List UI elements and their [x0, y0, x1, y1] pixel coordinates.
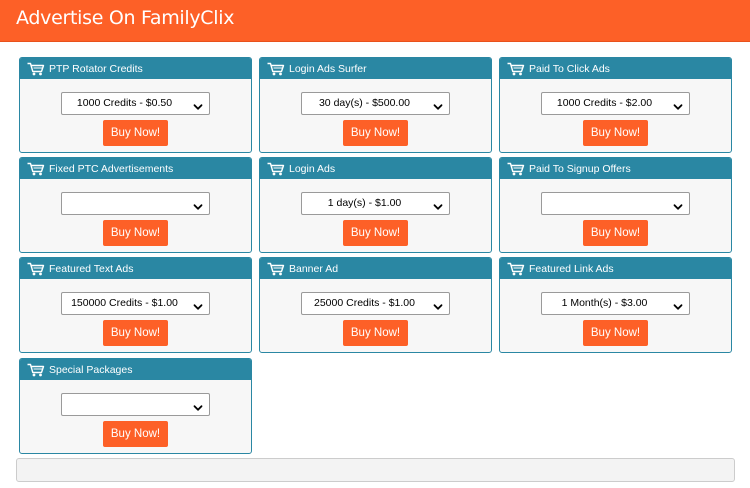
package-select[interactable] — [541, 192, 690, 215]
card-body: Buy Now! — [500, 179, 731, 252]
card-body: 1000 Credits - $2.00 Buy Now! — [500, 79, 731, 152]
ad-card: Paid To Signup Offers Buy Now! — [499, 157, 732, 253]
footer-bar — [16, 458, 735, 482]
buy-now-button[interactable]: Buy Now! — [343, 220, 408, 246]
cart-icon — [267, 162, 285, 176]
cart-icon — [27, 62, 45, 76]
card-body: 1 Month(s) - $3.00 Buy Now! — [500, 279, 731, 352]
package-select[interactable]: 1000 Credits - $0.50 — [61, 92, 210, 115]
cart-icon — [27, 363, 45, 377]
card-title: Login Ads — [289, 162, 336, 175]
chevron-down-icon — [673, 199, 683, 210]
chevron-down-icon — [193, 99, 203, 110]
package-select[interactable] — [61, 192, 210, 215]
chevron-down-icon — [433, 199, 443, 210]
chevron-down-icon — [673, 99, 683, 110]
buy-now-button[interactable]: Buy Now! — [583, 220, 648, 246]
ad-card: PTP Rotator Credits 1000 Credits - $0.50 B… — [19, 57, 252, 153]
select-value: 1 Month(s) - $3.00 — [561, 297, 648, 309]
package-select[interactable]: 25000 Credits - $1.00 — [301, 292, 450, 315]
card-header: Paid To Click Ads — [500, 58, 731, 79]
select-value: 1000 Credits - $2.00 — [556, 97, 653, 109]
cart-icon — [27, 162, 45, 176]
ad-card: Paid To Click Ads 1000 Credits - $2.00 Buy… — [499, 57, 732, 153]
ad-card: Featured Link Ads 1 Month(s) - $3.00 Buy N… — [499, 257, 732, 353]
buy-now-button[interactable]: Buy Now! — [103, 120, 168, 146]
card-header: Fixed PTC Advertisements — [20, 158, 251, 179]
cart-icon — [507, 262, 525, 276]
buy-now-button[interactable]: Buy Now! — [103, 320, 168, 346]
package-select[interactable]: 1000 Credits - $2.00 — [541, 92, 690, 115]
cart-icon — [507, 162, 525, 176]
buy-now-button[interactable]: Buy Now! — [343, 120, 408, 146]
page-header: Advertise On FamilyClix — [0, 0, 750, 42]
card-body: Buy Now! — [20, 179, 251, 252]
buy-now-button[interactable]: Buy Now! — [583, 120, 648, 146]
package-select[interactable]: 1 Month(s) - $3.00 — [541, 292, 690, 315]
ad-card: Featured Text Ads 150000 Credits - $1.00 B… — [19, 257, 252, 353]
card-header: Login Ads Surfer — [260, 58, 491, 79]
card-body: 25000 Credits - $1.00 Buy Now! — [260, 279, 491, 352]
card-header: PTP Rotator Credits — [20, 58, 251, 79]
card-title: Login Ads Surfer — [289, 62, 367, 75]
card-body: 1000 Credits - $0.50 Buy Now! — [20, 79, 251, 152]
buy-now-button[interactable]: Buy Now! — [103, 421, 168, 447]
ad-card: Login Ads Surfer 30 day(s) - $500.00 Buy N… — [259, 57, 492, 153]
card-header: Special Packages — [20, 359, 251, 380]
chevron-down-icon — [433, 299, 443, 310]
package-select[interactable] — [61, 393, 210, 416]
cart-icon — [267, 262, 285, 276]
select-value: 150000 Credits - $1.00 — [71, 297, 178, 309]
page-title: Advertise On FamilyClix — [16, 7, 235, 29]
card-title: Paid To Click Ads — [529, 62, 610, 75]
ad-card: Fixed PTC Advertisements Buy Now! — [19, 157, 252, 253]
package-select[interactable]: 150000 Credits - $1.00 — [61, 292, 210, 315]
chevron-down-icon — [433, 99, 443, 110]
card-title: Featured Text Ads — [49, 262, 134, 275]
cart-icon — [267, 62, 285, 76]
package-select[interactable]: 1 day(s) - $1.00 — [301, 192, 450, 215]
card-title: Featured Link Ads — [529, 262, 614, 275]
card-body: Buy Now! — [20, 380, 251, 453]
chevron-down-icon — [673, 299, 683, 310]
select-value: 1 day(s) - $1.00 — [327, 197, 402, 209]
ad-card: Login Ads 1 day(s) - $1.00 Buy Now! — [259, 157, 492, 253]
package-select[interactable]: 30 day(s) - $500.00 — [301, 92, 450, 115]
card-title: Special Packages — [49, 363, 133, 376]
card-body: 30 day(s) - $500.00 Buy Now! — [260, 79, 491, 152]
ad-card: Banner Ad 25000 Credits - $1.00 Buy Now! — [259, 257, 492, 353]
buy-now-button[interactable]: Buy Now! — [343, 320, 408, 346]
cart-icon — [27, 262, 45, 276]
cart-icon — [507, 62, 525, 76]
chevron-down-icon — [193, 400, 203, 411]
card-body: 150000 Credits - $1.00 Buy Now! — [20, 279, 251, 352]
chevron-down-icon — [193, 199, 203, 210]
select-value: 1000 Credits - $0.50 — [76, 97, 173, 109]
buy-now-button[interactable]: Buy Now! — [583, 320, 648, 346]
card-header: Featured Link Ads — [500, 258, 731, 279]
select-value: 30 day(s) - $500.00 — [318, 97, 411, 109]
card-body: 1 day(s) - $1.00 Buy Now! — [260, 179, 491, 252]
card-title: Banner Ad — [289, 262, 339, 275]
card-header: Paid To Signup Offers — [500, 158, 731, 179]
select-value: 25000 Credits - $1.00 — [314, 297, 415, 309]
ad-card: Special Packages Buy Now! — [19, 358, 252, 454]
card-title: Fixed PTC Advertisements — [49, 162, 174, 175]
card-header: Login Ads — [260, 158, 491, 179]
card-title: PTP Rotator Credits — [49, 62, 143, 75]
card-header: Banner Ad — [260, 258, 491, 279]
buy-now-button[interactable]: Buy Now! — [103, 220, 168, 246]
chevron-down-icon — [193, 299, 203, 310]
card-title: Paid To Signup Offers — [529, 162, 631, 175]
card-header: Featured Text Ads — [20, 258, 251, 279]
